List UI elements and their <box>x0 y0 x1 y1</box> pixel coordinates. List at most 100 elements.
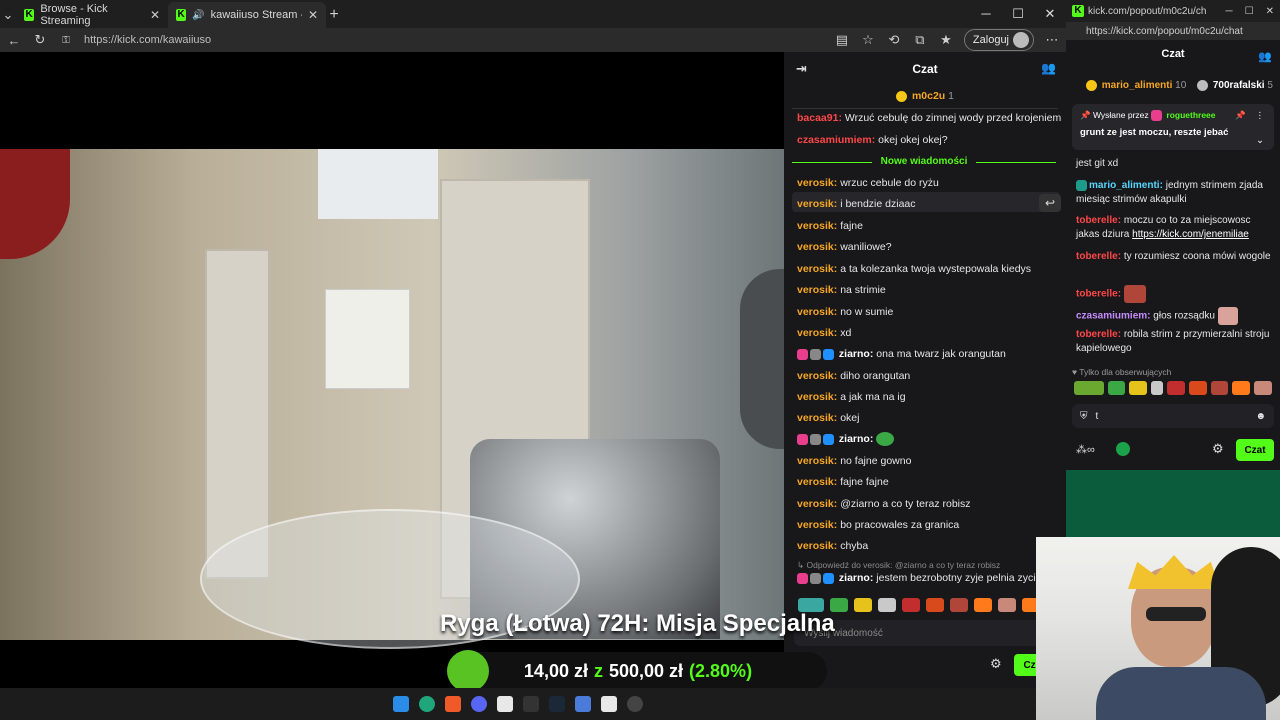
emote-icon[interactable] <box>878 598 896 612</box>
close-tab-icon[interactable]: ✕ <box>308 8 318 22</box>
tab-stream[interactable]: K 🔊 kawaiiuso Stream - Watch Liv ✕ <box>168 2 326 28</box>
kick-logo-icon[interactable] <box>1116 442 1130 456</box>
speaker-icon[interactable]: 🔊 <box>192 10 204 21</box>
popout-window-url: kick.com/popout/m0c2u/ch <box>1088 5 1207 17</box>
pin-icon: 📌 <box>1080 110 1091 120</box>
site-info-icon[interactable]: ⚿ <box>58 35 74 46</box>
minimize-icon[interactable]: ─ <box>1226 6 1233 17</box>
emote-icon[interactable] <box>1210 381 1229 395</box>
chat-message: verosik: wrzuc cebule do ryżu <box>797 177 939 189</box>
reader-icon[interactable]: ▤ <box>834 32 850 48</box>
steam-icon[interactable] <box>549 696 565 712</box>
emote-icon[interactable] <box>854 598 872 612</box>
webcam-feed <box>1036 537 1280 720</box>
chat-message: verosik: @ziarno a co ty teraz robisz <box>797 498 971 510</box>
chat-message: verosik: fajne fajne <box>797 476 889 488</box>
chat-message: verosik: diho orangutan <box>797 370 911 382</box>
sub-badge-icon <box>797 348 808 360</box>
tab-menu-icon[interactable]: ⌄ <box>0 2 16 28</box>
goal-percent: (2.80%) <box>689 660 753 681</box>
reply-context[interactable]: ↳ Odpowiedź do verosik: @ziarno a co ty … <box>797 560 1000 571</box>
emoji-icon[interactable]: ☻ <box>1255 411 1266 422</box>
emote-icon[interactable] <box>1129 381 1148 395</box>
users-icon[interactable]: 👥 <box>1041 61 1056 75</box>
favorites-icon[interactable]: ★ <box>938 32 954 48</box>
stream-overlay-title: Ryga (Łotwa) 72H: Misja Specjalna <box>440 610 835 637</box>
popout-message: mario_alimenti: jednym strimem zjada mie… <box>1076 179 1263 205</box>
chat-message[interactable]: verosik: i bendzie dziaac <box>797 198 916 210</box>
goal-target: 500,00 zł <box>608 660 684 681</box>
brave-icon[interactable] <box>445 696 461 712</box>
app-icon[interactable] <box>601 696 617 712</box>
badge-icon <box>1076 179 1087 191</box>
verified-badge-icon <box>823 433 834 445</box>
split-screen-icon[interactable]: ⧉ <box>912 32 928 48</box>
chat-message: bacaa91: Wrzuć cebulę do zimnej wody prz… <box>797 112 1062 124</box>
expand-chevron-icon[interactable]: ⌄ <box>1256 135 1264 146</box>
tab-title: Browse - Kick Streaming <box>40 3 108 27</box>
popout-address-bar[interactable]: https://kick.com/popout/m0c2u/chat <box>1066 22 1280 40</box>
chat-message: verosik: okej <box>797 412 860 424</box>
tab-browse[interactable]: K Browse - Kick Streaming ✕ <box>16 2 168 28</box>
emote-icon[interactable] <box>926 598 944 612</box>
chat-panel: ⇥ Czat 👥 m0c2u 1 bacaa91: Wrzuć cebulę d… <box>784 52 1066 688</box>
app-icon[interactable] <box>575 696 591 712</box>
pinned-message[interactable]: 📌 Wysłane przez roguethreee 📌 ⋮ grunt ze… <box>1072 104 1274 150</box>
maximize-icon[interactable]: ☐ <box>1245 6 1254 17</box>
chat-message: verosik: bo pracowales za granica <box>797 519 960 531</box>
donation-goal-widget: 14,00 zł z 500,00 zł (2.80%) <box>447 650 827 692</box>
top-gifter-user[interactable]: m0c2u <box>912 90 945 102</box>
pinned-menu-icon[interactable]: ⋮ <box>1256 110 1265 121</box>
chat-message: verosik: a jak ma na ig <box>797 391 906 403</box>
emote-icon[interactable] <box>998 598 1016 612</box>
emote-icon[interactable] <box>1254 381 1272 395</box>
edge-icon[interactable] <box>419 696 435 712</box>
emote-icon[interactable] <box>1074 381 1104 395</box>
chat-message: czasamiumiem: okej okej okej? <box>797 134 948 146</box>
emote-icon[interactable] <box>1107 381 1126 395</box>
reload-icon[interactable]: ↻ <box>32 32 48 48</box>
popout-title-bar: K kick.com/popout/m0c2u/ch ─ ☐ ✕ <box>1066 0 1280 22</box>
infinity-icon[interactable]: ⁂∞ <box>1076 443 1095 456</box>
popout-chat-input[interactable]: ⛨ t ☻ <box>1072 404 1274 428</box>
windows-start-icon[interactable] <box>393 696 409 712</box>
collapse-chat-icon[interactable]: ⇥ <box>796 61 807 77</box>
fire-emote-icon[interactable] <box>1232 381 1251 395</box>
close-tab-icon[interactable]: ✕ <box>150 8 160 22</box>
fire-emote-icon[interactable] <box>974 598 992 612</box>
obs-icon[interactable] <box>627 696 643 712</box>
chat-settings-gear-icon[interactable]: ⚙ <box>990 656 1002 672</box>
maximize-icon[interactable]: ☐ <box>1002 0 1034 28</box>
discord-icon[interactable] <box>471 696 487 712</box>
chat-message: verosik: chyba <box>797 540 869 552</box>
epic-games-icon[interactable] <box>523 696 539 712</box>
favorite-star-icon[interactable]: ☆ <box>860 32 876 48</box>
unpin-icon[interactable]: 📌 <box>1235 110 1246 121</box>
emote-icon[interactable] <box>1151 381 1164 395</box>
emote-icon[interactable] <box>902 598 920 612</box>
emote-icon[interactable] <box>1167 381 1185 395</box>
back-icon[interactable]: ← <box>6 33 22 48</box>
reply-icon[interactable]: ↩ <box>1039 194 1061 212</box>
new-tab-icon[interactable]: + <box>326 2 342 28</box>
emote-icon <box>1217 307 1238 325</box>
chat-header: ⇥ Czat 👥 <box>784 52 1066 86</box>
app-icon[interactable] <box>497 696 513 712</box>
emote-icon[interactable] <box>1188 381 1207 395</box>
tab-bar: ⌄ K Browse - Kick Streaming ✕ K 🔊 kawaii… <box>0 0 1066 28</box>
frog-emote-icon <box>876 432 895 446</box>
video-player[interactable] <box>0 52 784 688</box>
popout-send-button[interactable]: Czat <box>1236 439 1274 461</box>
emote-icon[interactable] <box>950 598 968 612</box>
users-icon[interactable]: 👥 <box>1258 50 1272 63</box>
close-window-icon[interactable]: ✕ <box>1034 0 1066 28</box>
stream-video-frame <box>0 149 784 649</box>
url-field[interactable]: https://kick.com/kawaiiuso <box>84 34 211 46</box>
more-menu-icon[interactable]: ⋯ <box>1044 32 1060 48</box>
top-gifter-count: 1 <box>948 90 954 102</box>
minimize-icon[interactable]: ─ <box>970 0 1002 28</box>
close-window-icon[interactable]: ✕ <box>1266 6 1274 17</box>
login-button[interactable]: Zaloguj <box>963 29 1034 51</box>
popout-settings-gear-icon[interactable]: ⚙ <box>1212 441 1224 457</box>
extensions-icon[interactable]: ⟲ <box>886 32 902 48</box>
